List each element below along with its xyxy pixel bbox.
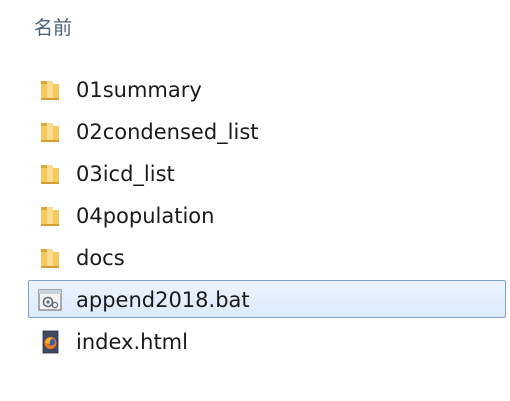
- file-name: 01summary: [76, 78, 202, 102]
- list-item-file-selected[interactable]: append2018.bat: [28, 280, 506, 318]
- folder-icon: [37, 246, 63, 270]
- name-column-header[interactable]: 名前: [34, 16, 72, 40]
- file-name: 02condensed_list: [76, 120, 259, 144]
- folder-icon: [37, 78, 63, 102]
- file-name: docs: [76, 246, 125, 270]
- list-item-file[interactable]: index.html: [28, 322, 506, 360]
- folder-icon: [37, 204, 63, 228]
- list-item-folder[interactable]: 04population: [28, 196, 506, 234]
- file-name: 03icd_list: [76, 162, 175, 186]
- list-item-folder[interactable]: 03icd_list: [28, 154, 506, 192]
- firefox-html-icon: [37, 330, 63, 354]
- file-name: append2018.bat: [76, 288, 250, 312]
- folder-icon: [37, 120, 63, 144]
- list-item-folder[interactable]: docs: [28, 238, 506, 276]
- batch-file-icon: [37, 288, 63, 312]
- file-explorer: 名前 01summary 02condensed_list 03icd_list…: [0, 0, 510, 401]
- list-item-folder[interactable]: 01summary: [28, 70, 506, 108]
- folder-icon: [37, 162, 63, 186]
- file-name: 04population: [76, 204, 215, 228]
- file-name: index.html: [76, 330, 188, 354]
- list-item-folder[interactable]: 02condensed_list: [28, 112, 506, 150]
- column-header[interactable]: 名前: [0, 0, 510, 52]
